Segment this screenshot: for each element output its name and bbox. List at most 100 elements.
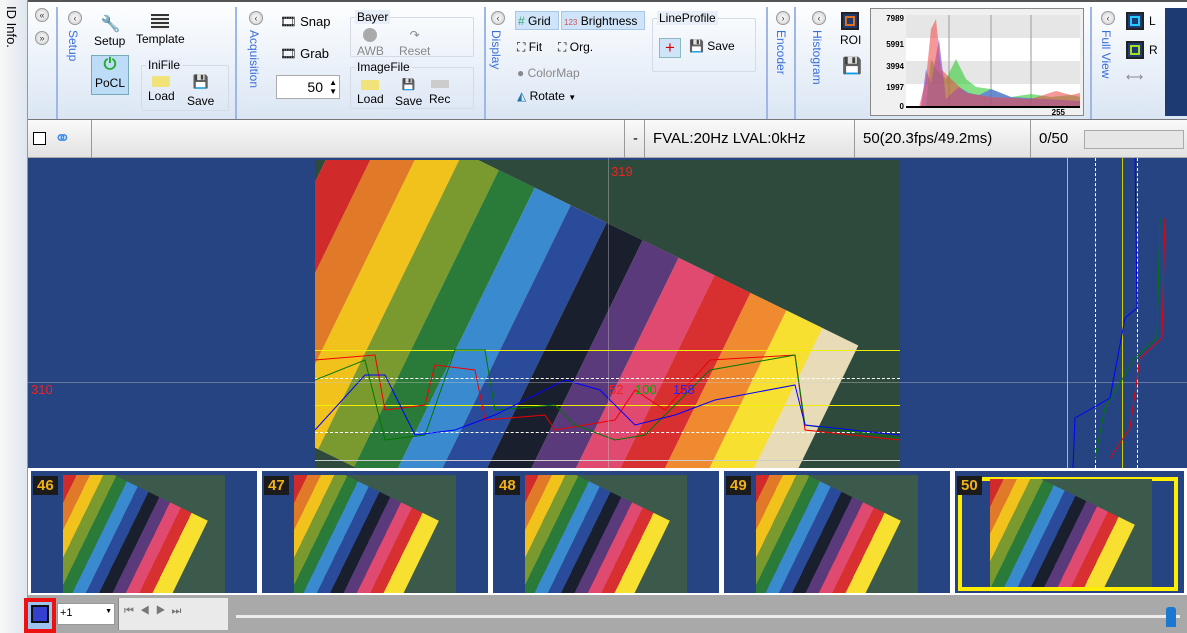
reset-button[interactable]: ↷ Reset xyxy=(399,28,430,58)
histogram-svg: 7989 5991 3994 1997 0 255 xyxy=(886,14,1080,117)
acquisition-group-label: Acquisition xyxy=(247,30,261,89)
id-info-label: ID Info. xyxy=(4,6,19,48)
popout-icon[interactable] xyxy=(33,132,46,145)
grid-icon: # xyxy=(518,14,525,28)
grab-button[interactable]: 🎞 Grab xyxy=(280,46,329,62)
awb-button[interactable]: AWB xyxy=(357,28,384,58)
fit-icon: ⛶ xyxy=(517,40,526,54)
film-icon: 🎞 xyxy=(280,14,297,29)
inifile-load-button[interactable]: Load xyxy=(148,76,175,103)
thumbnail-image xyxy=(990,479,1152,587)
histogram-collapse-icon[interactable]: ‹ xyxy=(812,11,826,25)
thumbnail-image xyxy=(756,475,918,593)
thumbnail-image xyxy=(294,475,456,593)
display-collapse-icon[interactable]: ‹ xyxy=(491,11,505,25)
awb-icon xyxy=(363,28,378,42)
imagefile-load-button[interactable]: Load xyxy=(357,80,384,106)
drive-icon xyxy=(430,80,449,88)
thumbnail-image xyxy=(525,475,687,593)
thumbnail-view-button[interactable] xyxy=(24,598,56,633)
snap-button[interactable]: 🎞 Snap xyxy=(280,14,331,30)
left-view-button[interactable] xyxy=(1126,12,1144,30)
roi-button[interactable] xyxy=(841,12,859,30)
add-line-button[interactable]: + xyxy=(659,38,681,58)
expand-all-icon[interactable]: » xyxy=(35,31,49,45)
frame-slider[interactable] xyxy=(236,615,1180,618)
wrench-icon: 🔧 xyxy=(100,16,121,33)
pocl-button[interactable]: ⏻ PoCL xyxy=(91,55,129,95)
image-view[interactable]: 319 52 100 158 310 xyxy=(28,158,1187,468)
thumbnail-strip: 46 47 48 49 50 xyxy=(28,468,1187,595)
next-frame-button[interactable]: ▶ xyxy=(156,605,172,617)
frame-rate: 50(20.3fps/49.2ms) xyxy=(854,120,1030,158)
rec-button[interactable]: Rec xyxy=(429,80,450,106)
last-frame-button[interactable]: ⏭ xyxy=(172,605,188,617)
histogram-y-tick: 5991 xyxy=(886,40,904,49)
prev-frame-button[interactable]: ◀ xyxy=(140,605,156,617)
split-view-icon[interactable]: ⟷ xyxy=(1126,70,1143,84)
spinner-arrows-icon: ▲ ▼ xyxy=(329,78,337,96)
left-label: L xyxy=(1149,14,1156,28)
histogram-save-button[interactable]: 💾 xyxy=(842,56,862,76)
connection-icon[interactable]: ⚭ xyxy=(54,126,71,151)
cursor-y-label: 310 xyxy=(31,382,53,397)
imagefile-save-button[interactable]: 💾 Save xyxy=(395,78,422,108)
histogram-x-tick: 255 xyxy=(1052,108,1066,117)
setup-collapse-icon[interactable]: ‹ xyxy=(68,11,82,25)
thumbnail[interactable]: 47 xyxy=(261,470,489,594)
id-info-panel[interactable]: ID Info. xyxy=(0,0,28,633)
colormap-button[interactable]: ● ColorMap xyxy=(517,66,580,80)
folder-icon xyxy=(152,76,171,87)
thumbnail-selected[interactable]: 50 xyxy=(954,470,1185,594)
thumbnail[interactable]: 48 xyxy=(492,470,720,594)
slider-handle[interactable] xyxy=(1166,607,1176,627)
red-value: 52 xyxy=(609,382,624,397)
floppy-icon: 💾 xyxy=(689,39,704,53)
dropdown-arrow-icon: ▼ xyxy=(105,608,112,615)
first-frame-button[interactable]: ⏮ xyxy=(124,605,140,617)
inifile-save-button[interactable]: 💾 Save xyxy=(187,74,214,108)
original-size-icon: ⛶ xyxy=(558,40,567,54)
green-value: 100 xyxy=(635,382,657,397)
imagefile-group: ImageFile Load 💾 Save Rec xyxy=(350,60,474,109)
brightness-toggle[interactable]: 123 Brightness xyxy=(561,11,645,30)
grid-toggle[interactable]: # Grid xyxy=(515,11,559,30)
status-dash: - xyxy=(624,120,644,158)
bayer-group: Bayer AWB ↷ Reset xyxy=(350,10,474,58)
right-view-button[interactable] xyxy=(1126,41,1144,59)
collapse-all-icon[interactable]: « xyxy=(35,8,49,22)
rotate-dropdown[interactable]: ◭ Rotate ▼ xyxy=(517,89,576,103)
thumbnail[interactable]: 49 xyxy=(723,470,951,594)
template-button[interactable]: Template xyxy=(136,14,185,46)
fullview-collapse-icon[interactable]: ‹ xyxy=(1101,11,1115,25)
step-dropdown[interactable]: +1 ▼ xyxy=(57,603,115,625)
histogram-group-label: Histogram xyxy=(810,30,824,85)
dropdown-arrow-icon: ▼ xyxy=(568,93,577,102)
frame-count-spinner[interactable]: 50 ▲ ▼ xyxy=(276,75,340,99)
vertical-profile xyxy=(1065,158,1187,468)
rotate-icon: ◭ xyxy=(517,89,527,103)
fit-button[interactable]: ⛶ Fit xyxy=(517,40,542,55)
acquisition-collapse-icon[interactable]: ‹ xyxy=(249,11,263,25)
histogram-y-tick: 7989 xyxy=(886,14,904,23)
left-view-icon xyxy=(1130,16,1140,26)
display-group-label: Display xyxy=(489,30,503,70)
colormap-icon: ● xyxy=(517,66,525,80)
setup-button[interactable]: 🔧 Setup xyxy=(94,14,125,48)
status-bar: ⚭ - FVAL:20Hz LVAL:0kHz 50(20.3fps/49.2m… xyxy=(28,120,1187,158)
org-button[interactable]: ⛶ Org. xyxy=(558,40,593,55)
right-label: R xyxy=(1149,43,1158,57)
monitor-icon xyxy=(31,605,49,623)
lineprofile-save-button[interactable]: 💾 Save xyxy=(689,39,735,53)
encoder-expand-icon[interactable]: › xyxy=(776,11,790,25)
right-view-icon xyxy=(1130,45,1140,55)
roi-icon xyxy=(845,16,855,26)
histogram-y-tick: 3994 xyxy=(886,62,904,71)
progress-bar xyxy=(1084,130,1184,149)
brightness-icon: 123 xyxy=(564,18,578,27)
thumbnail[interactable]: 46 xyxy=(30,470,258,594)
histogram-y-tick: 1997 xyxy=(886,83,904,92)
plus-icon: + xyxy=(665,38,675,57)
histogram-chart: 7989 5991 3994 1997 0 255 xyxy=(870,8,1084,117)
blue-value: 158 xyxy=(673,382,695,397)
